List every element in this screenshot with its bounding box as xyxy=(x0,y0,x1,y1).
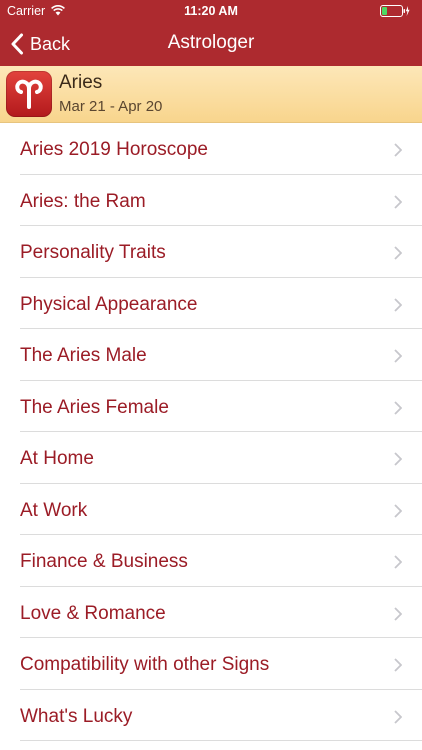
menu-item-label: At Home xyxy=(20,448,94,469)
sign-header: Aries Mar 21 - Apr 20 xyxy=(0,66,422,123)
menu-item-the-ram[interactable]: Aries: the Ram xyxy=(0,175,422,227)
chevron-right-icon xyxy=(394,297,402,312)
navigation-bar: Back Astrologer xyxy=(0,22,422,66)
chevron-right-icon xyxy=(394,349,402,363)
menu-item-physical-appearance[interactable]: Physical Appearance xyxy=(0,278,422,330)
menu-item-label: Personality Traits xyxy=(20,242,166,263)
menu-item-compatibility[interactable]: Compatibility with other Signs xyxy=(0,638,422,690)
top-bar: Carrier 11:20 AM Back Astrologer xyxy=(0,0,422,66)
menu-item-label: Love & Romance xyxy=(20,602,166,624)
chevron-right-icon xyxy=(394,452,402,466)
topic-menu: Aries 2019 Horoscope Aries: the Ram Pers… xyxy=(0,123,422,741)
chevron-right-icon xyxy=(394,143,402,157)
menu-item-label: Aries: the Ram xyxy=(20,190,146,212)
menu-item-label: The Aries Female xyxy=(20,396,169,418)
sign-date-range: Mar 21 - Apr 20 xyxy=(59,98,163,115)
menu-item-aries-male[interactable]: The Aries Male xyxy=(0,329,422,381)
sign-name: Aries xyxy=(59,72,103,93)
chevron-right-icon xyxy=(394,658,402,672)
menu-item-horoscope-2019[interactable]: Aries 2019 Horoscope xyxy=(0,123,422,175)
chevron-right-icon xyxy=(394,194,402,209)
status-bar: Carrier 11:20 AM xyxy=(0,0,422,22)
menu-item-finance-business[interactable]: Finance & Business xyxy=(0,535,422,587)
page-title: Astrologer xyxy=(167,32,255,53)
menu-item-aries-female[interactable]: The Aries Female xyxy=(0,381,422,433)
menu-item-label: Compatibility with other Signs xyxy=(20,654,270,675)
menu-item-whats-lucky[interactable]: What's Lucky xyxy=(0,690,422,742)
menu-item-personality-traits[interactable]: Personality Traits xyxy=(0,226,422,278)
chevron-right-icon xyxy=(394,246,402,260)
battery-charging-icon xyxy=(380,5,410,17)
menu-item-love-romance[interactable]: Love & Romance xyxy=(0,587,422,639)
menu-item-label: Finance & Business xyxy=(20,551,188,572)
chevron-right-icon xyxy=(394,400,402,415)
chevron-right-icon xyxy=(394,555,402,569)
menu-item-label: Physical Appearance xyxy=(20,293,198,315)
chevron-right-icon xyxy=(394,709,402,724)
chevron-right-icon xyxy=(394,606,402,621)
aries-symbol-icon xyxy=(6,71,52,117)
menu-item-label: At Work xyxy=(20,499,88,521)
menu-item-label: What's Lucky xyxy=(20,705,133,727)
menu-item-label: The Aries Male xyxy=(20,345,147,366)
chevron-right-icon xyxy=(394,503,402,518)
menu-item-label: Aries 2019 Horoscope xyxy=(20,139,208,160)
menu-item-at-work[interactable]: At Work xyxy=(0,484,422,536)
menu-item-at-home[interactable]: At Home xyxy=(0,432,422,484)
status-time: 11:20 AM xyxy=(184,4,238,18)
